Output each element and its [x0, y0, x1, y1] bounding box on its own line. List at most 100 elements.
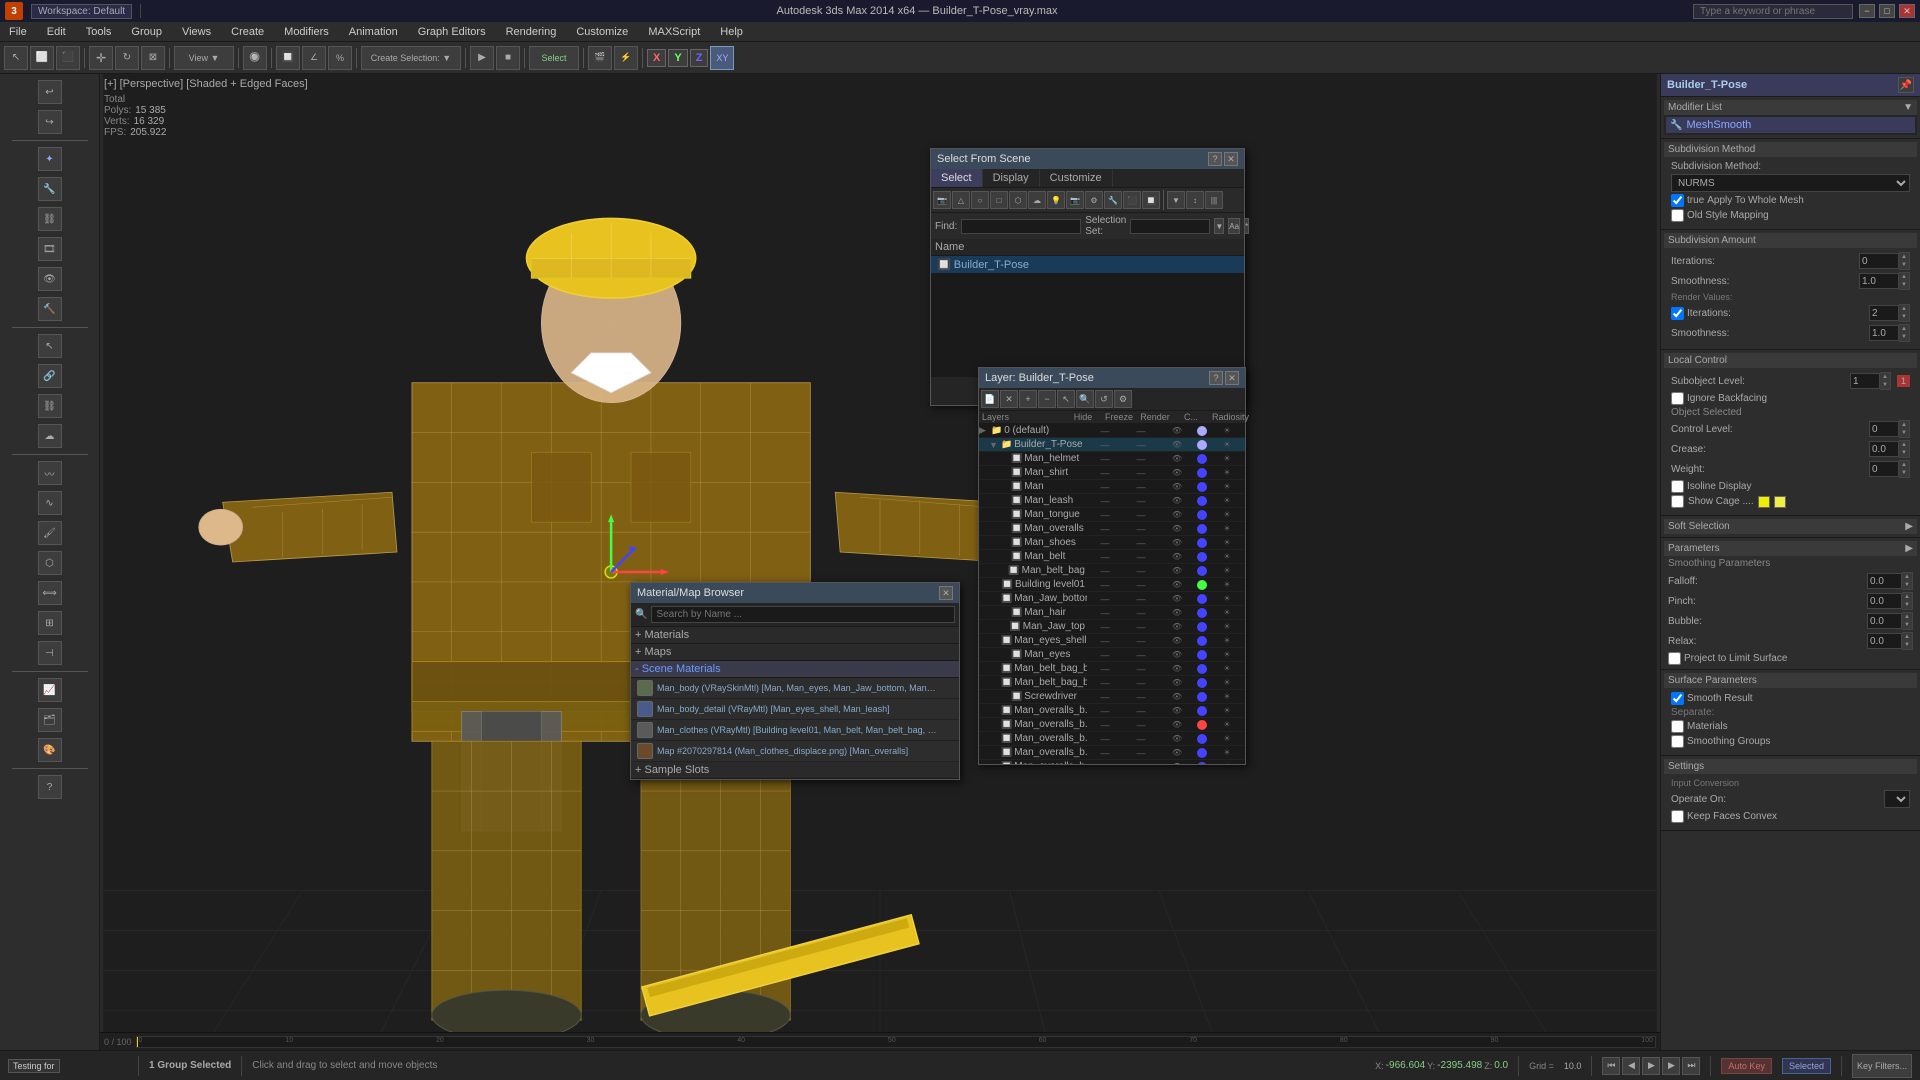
pinch-down[interactable]: ▼	[1902, 601, 1912, 609]
st-btn-4[interactable]: □	[990, 191, 1008, 209]
modifier-list-title[interactable]: Modifier List ▼	[1664, 100, 1917, 115]
pinch-up[interactable]: ▲	[1902, 593, 1912, 601]
st-btn-10[interactable]: 🔧	[1104, 191, 1122, 209]
smoothness-input[interactable]: 1.0	[1859, 273, 1899, 289]
falloff-down[interactable]: ▼	[1902, 581, 1912, 589]
layer-item[interactable]: 🔲 Man_overalls_b. — — 👁 ☀	[979, 746, 1245, 760]
st-btn-1[interactable]: 📷	[933, 191, 951, 209]
axis-x[interactable]: X	[647, 49, 666, 67]
mesh-smooth-item[interactable]: 🔧 MeshSmooth	[1666, 117, 1915, 133]
layer-item[interactable]: 🔲 Man_leash — — 👁 ☀	[979, 494, 1245, 508]
layer-item[interactable]: 🔲 Man_shoes — — 👁 ☀	[979, 536, 1245, 550]
apply-whole-mesh-checkbox[interactable]	[1671, 194, 1684, 207]
reference-coord[interactable]: View ▼	[174, 46, 234, 70]
rsmooth-down[interactable]: ▼	[1899, 333, 1909, 341]
layer-item[interactable]: 🔲 Man_belt_bag_b — — 👁 ☀	[979, 676, 1245, 690]
materials-cb[interactable]	[1671, 720, 1684, 733]
mat-section-maps[interactable]: + Maps	[631, 644, 959, 661]
layer-item[interactable]: 🔲 Man_overalls_b. — — 👁 ☀	[979, 732, 1245, 746]
mat-section-scene[interactable]: - Scene Materials	[631, 661, 959, 678]
curve-editor[interactable]: 📈	[38, 678, 62, 702]
hierarchy-panel[interactable]: ⛓	[38, 207, 62, 231]
layer-item[interactable]: 🔲 Man_shirt — — 👁 ☀	[979, 466, 1245, 480]
modify-panel[interactable]: 🔧	[38, 177, 62, 201]
axis-y[interactable]: Y	[668, 49, 687, 67]
soft-selection-title[interactable]: Soft Selection ▶	[1664, 519, 1917, 534]
subobj-up[interactable]: ▲	[1880, 373, 1890, 381]
mat-item-1[interactable]: Man_body_detail (VRayMtl) [Man_eyes_shel…	[631, 699, 959, 720]
st-btn-3[interactable]: ○	[971, 191, 989, 209]
search-input[interactable]	[1693, 4, 1853, 19]
cage-color-1[interactable]	[1758, 496, 1770, 508]
layer-remove[interactable]: −	[1038, 390, 1056, 408]
layer-item[interactable]: 🔲 Man_overalls — — 👁 ☀	[979, 522, 1245, 536]
smooth-result[interactable]	[1671, 692, 1684, 705]
select-tab-customize[interactable]: Customize	[1040, 169, 1113, 187]
display-panel[interactable]: 👁	[38, 267, 62, 291]
smoothness-up[interactable]: ▲	[1899, 273, 1909, 281]
render-checkbox[interactable]	[1671, 307, 1684, 320]
st-btn-11[interactable]: ⬛	[1123, 191, 1141, 209]
spline-tool[interactable]: 〰	[38, 461, 62, 485]
show-cage-checkbox[interactable]	[1671, 495, 1684, 508]
menu-edit[interactable]: Edit	[43, 24, 70, 40]
snap-toggle[interactable]: 🔲	[276, 46, 300, 70]
st-btn-6[interactable]: ☁	[1028, 191, 1046, 209]
pinch-input[interactable]	[1867, 593, 1902, 609]
select-tab-select[interactable]: Select	[931, 169, 983, 187]
rsmooth-up[interactable]: ▲	[1899, 325, 1909, 333]
minimize-button[interactable]: −	[1859, 4, 1875, 18]
old-style-mapping-checkbox[interactable]	[1671, 209, 1684, 222]
anim-play[interactable]: ▶	[470, 46, 494, 70]
mirror-tool[interactable]: ⟺	[38, 581, 62, 605]
weight-down[interactable]: ▼	[1899, 469, 1909, 477]
find-input[interactable]	[961, 219, 1081, 234]
motion-panel[interactable]: 🎞	[38, 237, 62, 261]
sel-all-btn[interactable]: *	[1244, 218, 1249, 234]
operate-on-select[interactable]	[1884, 790, 1910, 808]
layer-item[interactable]: 🔲 Man_tongue — — 👁 ☀	[979, 508, 1245, 522]
bubble-up[interactable]: ▲	[1902, 613, 1912, 621]
crease-up[interactable]: ▲	[1899, 441, 1909, 449]
menu-help[interactable]: Help	[716, 24, 747, 40]
render-iter-down[interactable]: ▼	[1899, 313, 1909, 321]
scene-item-builder[interactable]: 🔲 Builder_T-Pose	[931, 256, 1244, 273]
schematic-view[interactable]: 🗂	[38, 708, 62, 732]
menu-modifiers[interactable]: Modifiers	[280, 24, 333, 40]
bubble-input[interactable]	[1867, 613, 1902, 629]
menu-maxscript[interactable]: MAXScript	[644, 24, 704, 40]
named-sel[interactable]: Select	[529, 46, 579, 70]
sel-set-btn[interactable]: ▼	[1214, 218, 1224, 234]
material-close-btn[interactable]: ✕	[939, 586, 953, 600]
layer-item[interactable]: ▶ 📁 0 (default) — — 👁 ☀	[979, 424, 1245, 438]
select-move[interactable]: ✛	[89, 46, 113, 70]
menu-views[interactable]: Views	[178, 24, 215, 40]
menu-customize[interactable]: Customize	[572, 24, 632, 40]
bubble-down[interactable]: ▼	[1902, 621, 1912, 629]
layer-item[interactable]: 🔲 Screwdriver — — 👁 ☀	[979, 690, 1245, 704]
isoline-display[interactable]	[1671, 480, 1684, 493]
render-setup[interactable]: 🎬	[588, 46, 612, 70]
array-tool[interactable]: ⊞	[38, 611, 62, 635]
layer-item[interactable]: 🔲 Man_overalls_b. — — 👁 ☀	[979, 718, 1245, 732]
select-dialog-close[interactable]: ?	[1208, 152, 1222, 166]
iterations-up[interactable]: ▲	[1899, 253, 1909, 261]
subdiv-method-select[interactable]: NURMS	[1671, 174, 1910, 192]
angle-snap[interactable]: ∠	[302, 46, 326, 70]
render-iterations-input[interactable]	[1869, 305, 1899, 321]
paint-tool[interactable]: 🖌	[38, 521, 62, 545]
layer-item[interactable]: 🔲 Man_hair — — 👁 ☀	[979, 606, 1245, 620]
sel-set-input[interactable]	[1130, 219, 1210, 234]
create-panel[interactable]: ✦	[38, 147, 62, 171]
select-tool-left[interactable]: ↖	[38, 334, 62, 358]
ignore-backfacing[interactable]	[1671, 392, 1684, 405]
layer-item[interactable]: 🔲 Building level01 — — 👁 ☀	[979, 578, 1245, 592]
render-smooth-input[interactable]	[1869, 325, 1899, 341]
menu-group[interactable]: Group	[127, 24, 166, 40]
settings-title[interactable]: Settings	[1664, 759, 1917, 774]
params-title[interactable]: Parameters ▶	[1664, 541, 1917, 556]
mat-section-materials[interactable]: + Materials	[631, 627, 959, 644]
smoothing-groups-cb[interactable]	[1671, 735, 1684, 748]
st-btn-12[interactable]: 🔲	[1142, 191, 1160, 209]
surface-params-title[interactable]: Surface Parameters	[1664, 673, 1917, 688]
